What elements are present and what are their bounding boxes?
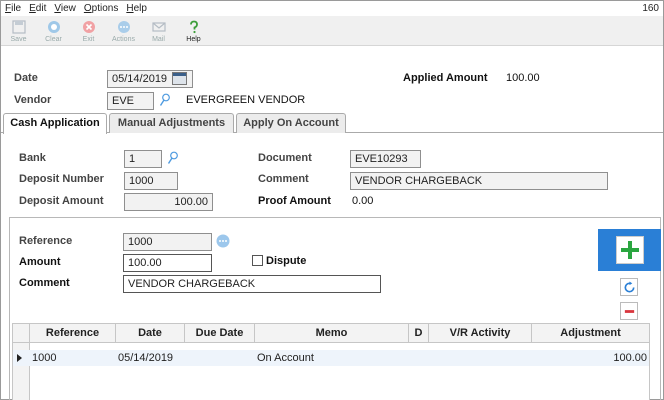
col-adjustment[interactable]: Adjustment	[532, 324, 649, 343]
date-value: 05/14/2019	[112, 73, 168, 85]
vendor-name: EVERGREEN VENDOR	[186, 94, 306, 106]
col-date[interactable]: Date	[116, 324, 185, 343]
applied-amount-value: 100.00	[506, 72, 540, 84]
vendor-lookup-icon[interactable]	[159, 93, 171, 107]
add-line-button[interactable]	[598, 229, 661, 271]
menu-help[interactable]: Help	[122, 3, 151, 14]
actions-button[interactable]: Actions	[106, 16, 141, 46]
current-row-indicator-icon	[17, 354, 22, 362]
amount-value: 100.00	[128, 257, 162, 269]
exit-label: Exit	[82, 35, 95, 43]
col-reference[interactable]: Reference	[30, 324, 116, 343]
comment-label: Comment	[258, 173, 309, 185]
tab-cash-application-label: Cash Application	[10, 117, 100, 129]
date-label: Date	[14, 72, 38, 84]
tab-apply-on-account-label: Apply On Account	[243, 117, 339, 129]
plus-icon	[620, 241, 639, 259]
mail-button[interactable]: Mail	[141, 16, 176, 46]
deposit-number-value: 1000	[129, 175, 154, 187]
help-icon	[189, 20, 198, 33]
comment-value: VENDOR CHARGEBACK	[355, 175, 483, 187]
grid-header-gutter	[13, 324, 30, 343]
proof-amount-value: 0.00	[352, 195, 374, 207]
detail-comment-label: Comment	[19, 277, 70, 289]
deposit-number-field[interactable]: 1000	[124, 172, 178, 190]
clear-label: Clear	[45, 35, 62, 43]
bank-field[interactable]: 1	[124, 150, 162, 168]
detail-comment-value: VENDOR CHARGEBACK	[128, 278, 256, 290]
deposit-number-label: Deposit Number	[19, 173, 104, 185]
calendar-icon[interactable]	[172, 72, 187, 85]
reference-value: 1000	[128, 236, 153, 248]
reference-field[interactable]: 1000	[123, 233, 212, 251]
vendor-label: Vendor	[14, 94, 52, 106]
col-vr-activity[interactable]: V/R Activity	[429, 324, 532, 343]
toolbar: Save Clear Exit Actions Mail Help	[1, 16, 663, 46]
menu-bar: File Edit View Options Help 160	[1, 1, 663, 16]
amount-label: Amount	[19, 256, 61, 268]
cell-adjustment: 100.00	[613, 352, 647, 364]
detail-comment-field[interactable]: VENDOR CHARGEBACK	[123, 275, 381, 293]
table-row[interactable]: 1000 05/14/2019 On Account 100.00	[13, 350, 649, 366]
save-button[interactable]: Save	[1, 16, 36, 46]
refresh-button[interactable]	[620, 278, 638, 296]
document-field[interactable]: EVE10293	[350, 150, 421, 168]
comment-field[interactable]: VENDOR CHARGEBACK	[350, 172, 608, 190]
exit-button[interactable]: Exit	[71, 16, 106, 46]
amount-field[interactable]: 100.00	[123, 254, 212, 272]
tab-manual-adjustments-label: Manual Adjustments	[117, 117, 226, 129]
tab-apply-on-account[interactable]: Apply On Account	[236, 113, 346, 133]
minus-icon	[624, 309, 634, 313]
col-d[interactable]: D	[409, 324, 429, 343]
document-label: Document	[258, 152, 312, 164]
deposit-amount-field[interactable]: 100.00	[124, 193, 213, 211]
help-label: Help	[186, 35, 201, 43]
dispute-checkbox[interactable]	[252, 255, 263, 266]
vendor-code-value: EVE	[112, 95, 135, 107]
help-button[interactable]: Help	[176, 16, 211, 46]
vendor-code-field[interactable]: EVE	[107, 92, 154, 110]
mail-label: Mail	[152, 35, 165, 43]
tab-bar: Cash Application Manual Adjustments Appl…	[1, 113, 663, 134]
tab-manual-adjustments[interactable]: Manual Adjustments	[109, 113, 234, 133]
bank-value: 1	[129, 153, 136, 165]
cell-memo: On Account	[257, 352, 314, 364]
col-memo[interactable]: Memo	[255, 324, 409, 343]
menu-options[interactable]: Options	[80, 3, 122, 14]
refresh-icon	[624, 280, 635, 292]
cell-reference: 1000	[32, 352, 57, 364]
application-grid: Reference Date Due Date Memo D V/R Activ…	[12, 323, 650, 400]
cell-date: 05/14/2019	[118, 352, 174, 364]
menu-file[interactable]: File	[1, 3, 25, 14]
actions-icon	[117, 20, 130, 33]
bank-label: Bank	[19, 152, 46, 164]
col-due-date[interactable]: Due Date	[185, 324, 255, 343]
tab-cash-application[interactable]: Cash Application	[3, 113, 107, 134]
clear-button[interactable]: Clear	[36, 16, 71, 46]
mail-icon	[151, 21, 166, 32]
grid-header: Reference Date Due Date Memo D V/R Activ…	[13, 324, 649, 343]
clear-icon	[47, 20, 60, 33]
remove-line-button[interactable]	[620, 302, 638, 320]
document-value: EVE10293	[355, 153, 408, 165]
reference-actions-icon[interactable]	[216, 234, 230, 248]
menu-view[interactable]: View	[50, 3, 80, 14]
deposit-amount-value: 100.00	[174, 196, 208, 208]
dispute-label: Dispute	[266, 255, 307, 267]
exit-icon	[82, 20, 95, 33]
reference-label: Reference	[19, 235, 73, 247]
menu-right-text: 160	[642, 3, 659, 14]
proof-amount-label: Proof Amount	[258, 195, 331, 207]
save-icon	[11, 19, 26, 34]
bank-lookup-icon[interactable]	[167, 151, 179, 165]
applied-amount-label: Applied Amount	[403, 72, 488, 84]
deposit-amount-label: Deposit Amount	[19, 195, 104, 207]
actions-label: Actions	[112, 35, 135, 43]
save-label: Save	[10, 35, 27, 43]
menu-edit[interactable]: Edit	[25, 3, 50, 14]
